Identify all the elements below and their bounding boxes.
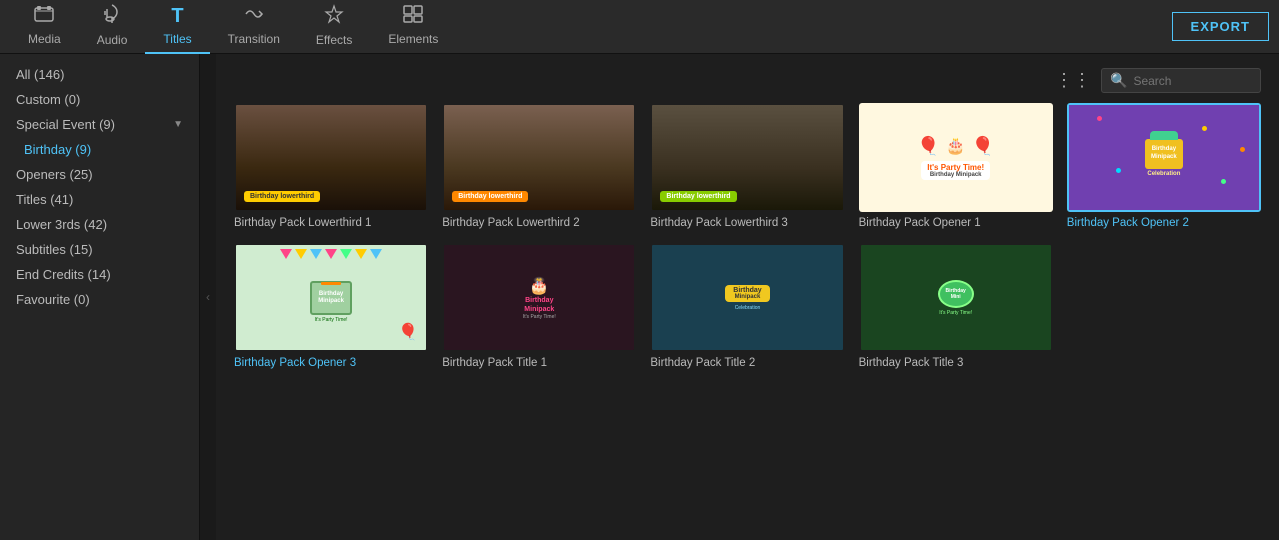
elements-icon: [403, 5, 423, 28]
thumbnail-label: Birthday Pack Lowerthird 1: [234, 217, 428, 229]
main-area: All (146) Custom (0) Special Event (9) ▼…: [0, 54, 1279, 540]
sidebar-item-all[interactable]: All (146): [0, 62, 199, 87]
thumbnail-label: Birthday Pack Opener 3: [234, 357, 428, 369]
toolbar-label-effects: Effects: [316, 33, 352, 47]
sidebar-item-subtitles[interactable]: Subtitles (15): [0, 237, 199, 262]
list-item[interactable]: Birthday lowerthird Birthday Pack Lowert…: [650, 103, 844, 229]
grid-toggle[interactable]: ⋮⋮: [1055, 70, 1091, 91]
sidebar-label-custom: Custom (0): [16, 92, 80, 107]
thumbnail-label: Birthday Pack Title 2: [650, 357, 844, 369]
chevron-down-icon: ▼: [173, 119, 183, 130]
thumbnail-title2: Birthday Minipack Celebration: [650, 243, 844, 352]
sidebar-label-titles: Titles (41): [16, 192, 73, 207]
toolbar-label-elements: Elements: [388, 32, 438, 46]
search-icon: 🔍: [1110, 72, 1127, 89]
sidebar-item-openers[interactable]: Openers (25): [0, 162, 199, 187]
thumbnail-label: Birthday Pack Lowerthird 3: [650, 217, 844, 229]
transition-icon: [244, 5, 264, 28]
sidebar-item-favourite[interactable]: Favourite (0): [0, 287, 199, 312]
sidebar: All (146) Custom (0) Special Event (9) ▼…: [0, 54, 200, 540]
toolbar-item-elements[interactable]: Elements: [370, 0, 456, 54]
thumbnail-label: Birthday Pack Opener 1: [859, 217, 1053, 229]
sidebar-label-all: All (146): [16, 67, 64, 82]
sidebar-item-titles[interactable]: Titles (41): [0, 187, 199, 212]
thumbnail-label: Birthday Pack Title 1: [442, 357, 636, 369]
list-item[interactable]: Birthday Minipack Celebration Birthday P…: [650, 243, 844, 369]
effects-icon: [324, 4, 344, 29]
thumbnail-opener1: 🎈 🎂 🎈 It's Party Time! Birthday Minipack: [859, 103, 1053, 212]
sidebar-label-favourite: Favourite (0): [16, 292, 90, 307]
sidebar-item-special-event[interactable]: Special Event (9) ▼: [0, 112, 199, 137]
toolbar-item-audio[interactable]: Audio: [79, 0, 146, 55]
search-box[interactable]: 🔍: [1101, 68, 1261, 93]
media-icon: [34, 5, 54, 28]
thumbnail-label: Birthday Pack Opener 2: [1067, 217, 1261, 229]
toolbar-label-titles: Titles: [163, 32, 191, 46]
list-item[interactable]: BirthdayMinipack It's Party Time! 🎈 Birt…: [234, 243, 428, 369]
sidebar-item-end-credits[interactable]: End Credits (14): [0, 262, 199, 287]
sidebar-item-birthday[interactable]: Birthday (9): [0, 137, 199, 162]
list-item[interactable]: Birthday lowerthird Birthday Pack Lowert…: [234, 103, 428, 229]
toolbar: Media Audio T Titles Transition Effects …: [0, 0, 1279, 54]
search-input[interactable]: [1133, 74, 1252, 88]
sidebar-label-birthday: Birthday (9): [24, 142, 91, 157]
content-area: ⋮⋮ 🔍 Birthday lowerthird Birthday Pack L…: [216, 54, 1279, 540]
sidebar-item-custom[interactable]: Custom (0): [0, 87, 199, 112]
toolbar-label-media: Media: [28, 32, 61, 46]
sidebar-label-lower3rds: Lower 3rds (42): [16, 217, 107, 232]
audio-icon: [103, 4, 121, 29]
thumbnail-label: Birthday Pack Lowerthird 2: [442, 217, 636, 229]
toolbar-label-transition: Transition: [228, 32, 280, 46]
titles-icon: T: [171, 5, 183, 28]
sidebar-item-lower3rds[interactable]: Lower 3rds (42): [0, 212, 199, 237]
list-item[interactable]: BirthdayMinipack Celebration Birthday Pa…: [1067, 103, 1261, 229]
toolbar-label-audio: Audio: [97, 33, 128, 47]
list-item[interactable]: 🎂 BirthdayMinipack It's Party Time! Birt…: [442, 243, 636, 369]
sidebar-collapse-button[interactable]: ‹: [200, 54, 216, 540]
thumbnail-title3: BirthdayMini It's Party Time!: [859, 243, 1053, 352]
toolbar-item-transition[interactable]: Transition: [210, 0, 298, 54]
thumbnail-lowerthird1: Birthday lowerthird: [234, 103, 428, 212]
thumbnail-grid: Birthday lowerthird Birthday Pack Lowert…: [226, 103, 1269, 369]
list-item[interactable]: Birthday lowerthird Birthday Pack Lowert…: [442, 103, 636, 229]
thumbnail-label: Birthday Pack Title 3: [859, 357, 1053, 369]
export-button[interactable]: EXPORT: [1172, 12, 1269, 41]
sidebar-label-openers: Openers (25): [16, 167, 93, 182]
sidebar-label-special-event: Special Event (9): [16, 117, 115, 132]
thumbnail-opener2: BirthdayMinipack Celebration: [1067, 103, 1261, 212]
thumbnail-lowerthird3: Birthday lowerthird: [650, 103, 844, 212]
thumbnail-opener3: BirthdayMinipack It's Party Time! 🎈: [234, 243, 428, 352]
thumbnail-title1: 🎂 BirthdayMinipack It's Party Time!: [442, 243, 636, 352]
sidebar-label-subtitles: Subtitles (15): [16, 242, 93, 257]
list-item[interactable]: 🎈 🎂 🎈 It's Party Time! Birthday Minipack…: [859, 103, 1053, 229]
list-item[interactable]: BirthdayMini It's Party Time! Birthday P…: [859, 243, 1053, 369]
grid-view-icon[interactable]: ⋮⋮: [1055, 70, 1091, 91]
content-topbar: ⋮⋮ 🔍: [226, 64, 1269, 103]
toolbar-item-titles[interactable]: T Titles: [145, 0, 209, 54]
sidebar-label-end-credits: End Credits (14): [16, 267, 111, 282]
toolbar-item-effects[interactable]: Effects: [298, 0, 370, 55]
toolbar-item-media[interactable]: Media: [10, 0, 79, 54]
thumbnail-lowerthird2: Birthday lowerthird: [442, 103, 636, 212]
